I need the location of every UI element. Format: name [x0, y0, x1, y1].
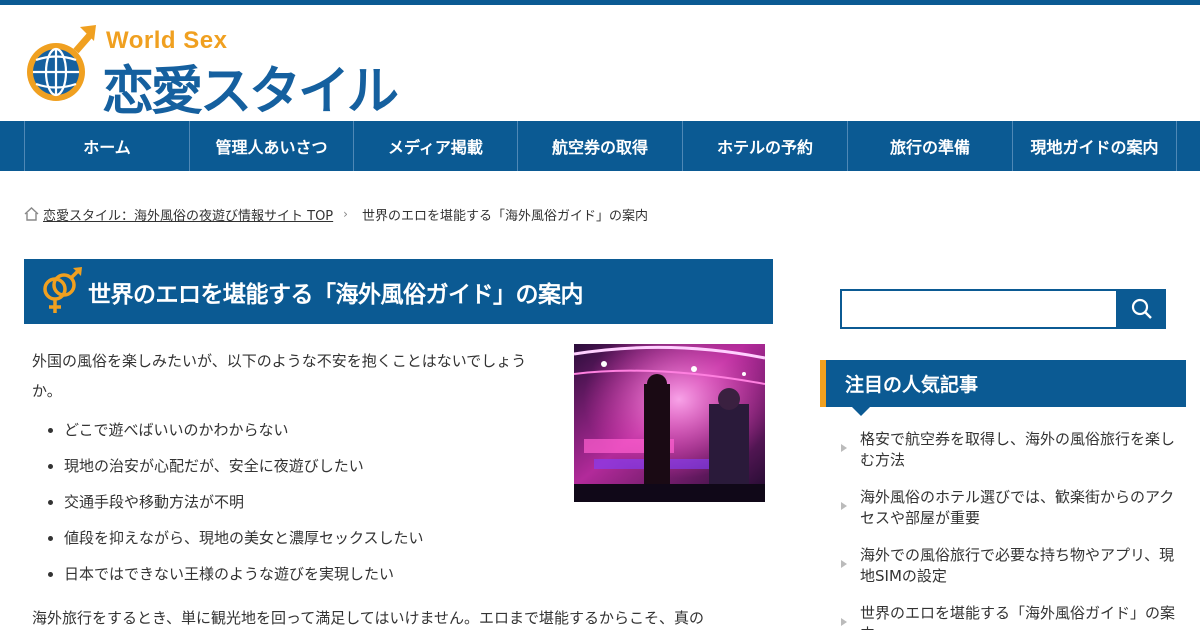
main-content: 世界のエロを堪能する「海外風俗ガイド」の案内 外国の風俗を楽しみたいが、以下のよ…	[24, 259, 773, 627]
nav-item-media[interactable]: メディア掲載	[353, 121, 517, 171]
nav-item-hotel[interactable]: ホテルの予約	[682, 121, 847, 171]
list-item: 値段を抑えながら、現地の美女と濃厚セックスしたい	[48, 524, 424, 560]
intro-text: 外国の風俗を楽しみたいが、以下のような不安を抱くことはないでしょうか。	[32, 352, 527, 400]
search-button[interactable]	[1117, 289, 1166, 329]
search-form	[840, 289, 1166, 329]
site-logo[interactable]: World Sex 恋愛スタイル	[24, 23, 444, 122]
popular-item-link[interactable]: 格安で航空券を取得し、海外の風俗旅行を楽しむ方法	[860, 429, 1180, 471]
breadcrumb: 恋愛スタイル：海外風俗の夜遊び情報サイト TOP › 世界のエロを堪能する「海外…	[24, 204, 648, 224]
list-item: 現地の治安が心配だが、安全に夜遊びしたい	[48, 452, 424, 488]
triangle-bullet-icon	[841, 444, 847, 452]
popular-widget-title: 注目の人気記事	[845, 374, 979, 396]
search-icon	[1131, 298, 1152, 319]
popular-item[interactable]: 海外での風俗旅行で必要な持ち物やアプリ、現地SIMの設定	[840, 545, 1186, 603]
triangle-bullet-icon	[841, 560, 847, 568]
search-input[interactable]	[840, 289, 1118, 329]
popular-item[interactable]: 格安で航空券を取得し、海外の風俗旅行を楽しむ方法	[840, 429, 1186, 487]
list-item: 日本ではできない王様のような遊びを実現したい	[48, 560, 424, 596]
nightclub-photo	[574, 344, 765, 502]
gender-symbol-icon	[43, 266, 82, 313]
breadcrumb-home-link[interactable]: 恋愛スタイル：海外風俗の夜遊び情報サイト TOP	[43, 205, 333, 224]
home-icon	[24, 207, 39, 221]
breadcrumb-current: 世界のエロを堪能する「海外風俗ガイド」の案内	[361, 208, 648, 224]
page-title: 世界のエロを堪能する「海外風俗ガイド」の案内	[88, 281, 584, 308]
site-header: World Sex 恋愛スタイル	[0, 5, 1200, 122]
globe-male-symbol-icon	[27, 25, 96, 101]
popular-item-link[interactable]: 世界のエロを堪能する「海外風俗ガイド」の案内	[860, 603, 1180, 630]
article-title-bar: 世界のエロを堪能する「海外風俗ガイド」の案内	[24, 259, 773, 324]
header-notch	[852, 407, 870, 416]
triangle-bullet-icon	[841, 502, 847, 510]
nav-item-travel-prep[interactable]: 旅行の準備	[847, 121, 1012, 171]
breadcrumb-separator: ›	[343, 207, 348, 221]
nav-item-home[interactable]: ホーム	[24, 121, 189, 171]
popular-item[interactable]: 海外風俗のホテル選びでは、歓楽街からのアクセスや部屋が重要	[840, 487, 1186, 545]
popular-item[interactable]: 世界のエロを堪能する「海外風俗ガイド」の案内	[840, 603, 1186, 630]
triangle-bullet-icon	[841, 618, 847, 626]
popular-item-link[interactable]: 海外での風俗旅行で必要な持ち物やアプリ、現地SIMの設定	[860, 545, 1180, 587]
body-paragraph: 海外旅行をするとき、単に観光地を回って満足してはいけません。エロまで堪能するから…	[32, 609, 705, 627]
nav-item-local-guide[interactable]: 現地ガイドの案内	[1012, 121, 1177, 171]
popular-item-link[interactable]: 海外風俗のホテル選びでは、歓楽街からのアクセスや部屋が重要	[860, 487, 1180, 529]
popular-list: 格安で航空券を取得し、海外の風俗旅行を楽しむ方法 海外風俗のホテル選びでは、歓楽…	[840, 429, 1186, 630]
nav-item-greeting[interactable]: 管理人あいさつ	[189, 121, 353, 171]
list-item: どこで遊べばいいのかわからない	[48, 416, 424, 452]
concern-list: どこで遊べばいいのかわからない 現地の治安が心配だが、安全に夜遊びしたい 交通手…	[48, 416, 424, 596]
global-nav: ホーム 管理人あいさつ メディア掲載 航空券の取得 ホテルの予約 旅行の準備 現…	[0, 121, 1200, 171]
list-item: 交通手段や移動方法が不明	[48, 488, 424, 524]
popular-widget-header: 注目の人気記事	[820, 360, 1186, 416]
nav-item-air-tickets[interactable]: 航空券の取得	[517, 121, 682, 171]
logo-japanese-text: 恋愛スタイル	[102, 62, 399, 122]
